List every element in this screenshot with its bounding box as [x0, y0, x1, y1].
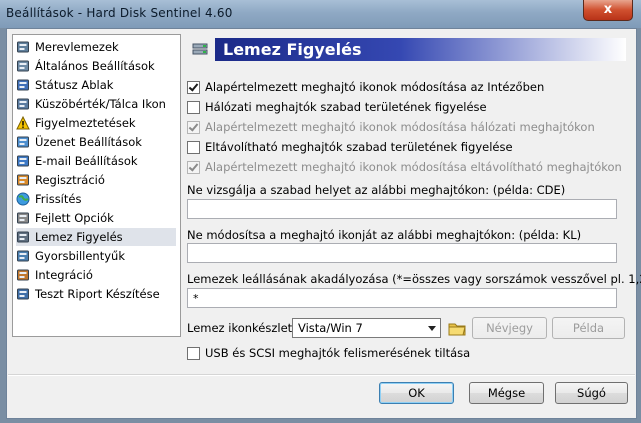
chevron-down-icon[interactable] [428, 326, 436, 331]
option-checkbox[interactable] [187, 80, 200, 94]
sidebar-item-5[interactable]: Figyelmeztetések [16, 114, 176, 132]
window-title: Beállítások - Hard Disk Sentinel 4.60 [6, 6, 233, 20]
usb-scsi-label: USB és SCSI meghajtók felismerésének til… [205, 346, 471, 360]
settings-nav: Merevlemezek Általános Beállítások Státusz… [12, 34, 181, 337]
folder-open-icon[interactable] [447, 318, 467, 338]
disk-monitor-icon [191, 41, 209, 59]
disk-monitor-icon [16, 230, 30, 244]
example-button[interactable]: Példa [552, 317, 625, 339]
option-label: Eltávolítható meghajtók szabad területén… [205, 140, 513, 154]
field-label-2: Ne módosítsa a meghajtó ikonját az alább… [187, 228, 582, 242]
advanced-options-icon [16, 211, 30, 225]
iconset-select[interactable]: Vista/Win 7 [292, 318, 441, 338]
help-button[interactable]: Súgó [555, 382, 628, 404]
sidebar-item-1[interactable]: Merevlemezek [16, 38, 176, 56]
threshold-tray-icon [16, 97, 30, 111]
option-checkbox [187, 160, 200, 174]
email-icon [16, 154, 30, 168]
sidebar-item-label: Általános Beállítások [35, 59, 155, 73]
settings-dialog: Merevlemezek Általános Beállítások Státusz… [6, 28, 641, 419]
option-2[interactable]: Hálózati meghajtók szabad területének fi… [187, 98, 487, 116]
sidebar-item-label: Frissítés [35, 192, 82, 206]
cancel-button[interactable]: Mégse [469, 382, 544, 404]
ok-button[interactable]: OK [379, 382, 454, 404]
field-input-3[interactable]: * [187, 288, 617, 308]
drives-icon [16, 40, 30, 54]
close-button[interactable]: x [583, 0, 633, 21]
usb-scsi-option[interactable]: USB és SCSI meghajtók felismerésének til… [187, 344, 470, 362]
option-4[interactable]: Eltávolítható meghajtók szabad területén… [187, 138, 513, 156]
option-1[interactable]: Alapértelmezett meghajtó ikonok módosítá… [187, 78, 544, 96]
sidebar-item-label: Regisztráció [35, 173, 105, 187]
option-label: Alapértelmezett meghajtó ikonok módosítá… [205, 80, 545, 94]
option-label: Alapértelmezett meghajtó ikonok módosítá… [205, 120, 595, 134]
panel-header: Lemez Figyelés [188, 38, 626, 61]
sidebar-item-label: Gyorsbillentyűk [35, 249, 125, 263]
field-input-2[interactable] [187, 243, 617, 263]
sidebar-item-label: Üzenet Beállítások [35, 135, 142, 149]
sidebar-item-label: Fejlett Opciók [35, 211, 114, 225]
warning-icon [16, 115, 30, 130]
option-label: Alapértelmezett meghajtó ikonok módosítá… [205, 160, 622, 174]
sidebar-item-3[interactable]: Státusz Ablak [16, 76, 176, 94]
sidebar-item-4[interactable]: Küszöbérték/Tálca Ikon [16, 95, 176, 113]
integration-icon [16, 268, 30, 282]
test-report-icon [16, 287, 30, 301]
sidebar-item-14[interactable]: Teszt Riport Készítése [16, 285, 176, 303]
sidebar-item-6[interactable]: Üzenet Beállítások [16, 133, 176, 151]
iconset-selected-value: Vista/Win 7 [298, 321, 363, 335]
footer-separator [8, 374, 635, 376]
sidebar-item-label: Lemez Figyelés [35, 230, 123, 244]
sidebar-item-10[interactable]: Fejlett Opciók [16, 209, 176, 227]
sidebar-item-label: Figyelmeztetések [35, 116, 136, 130]
hotkeys-icon [16, 249, 30, 263]
option-label: Hálózati meghajtók szabad területének fi… [205, 100, 487, 114]
general-settings-icon [16, 59, 30, 73]
option-checkbox[interactable] [187, 100, 200, 114]
option-5: Alapértelmezett meghajtó ikonok módosítá… [187, 158, 622, 176]
option-checkbox [187, 120, 200, 134]
status-window-icon [16, 78, 30, 92]
field-label-3: Lemezek leállásának akadályozása (*=össz… [187, 272, 641, 286]
option-checkbox[interactable] [187, 140, 200, 154]
sidebar-item-label: Küszöbérték/Tálca Ikon [35, 97, 166, 111]
sidebar-item-13[interactable]: Integráció [16, 266, 176, 284]
usb-scsi-checkbox[interactable] [187, 346, 200, 360]
sidebar-item-2[interactable]: Általános Beállítások [16, 57, 176, 75]
sidebar-item-9[interactable]: Frissítés [16, 190, 176, 208]
message-icon [16, 135, 30, 149]
registration-icon [16, 173, 30, 187]
update-globe-icon [16, 192, 30, 206]
sidebar-item-label: Merevlemezek [35, 40, 119, 54]
sidebar-item-8[interactable]: Regisztráció [16, 171, 176, 189]
sidebar-item-11[interactable]: Lemez Figyelés [16, 228, 176, 246]
iconset-label: Lemez ikonkészlet: [187, 321, 297, 335]
about-iconset-button[interactable]: Névjegy [472, 317, 547, 339]
sidebar-item-label: Teszt Riport Készítése [35, 287, 160, 301]
panel-title: Lemez Figyelés [215, 38, 626, 61]
field-input-1[interactable] [187, 199, 617, 219]
sidebar-item-label: Státusz Ablak [35, 78, 114, 92]
option-3: Alapértelmezett meghajtó ikonok módosítá… [187, 118, 595, 136]
sidebar-item-7[interactable]: E-mail Beállítások [16, 152, 176, 170]
field-label-1: Ne vizsgálja a szabad helyet az alábbi m… [187, 183, 566, 197]
title-bar: Beállítások - Hard Disk Sentinel 4.60 x [0, 0, 641, 28]
sidebar-item-label: Integráció [35, 268, 93, 282]
sidebar-item-label: E-mail Beállítások [35, 154, 138, 168]
sidebar-item-12[interactable]: Gyorsbillentyűk [16, 247, 176, 265]
